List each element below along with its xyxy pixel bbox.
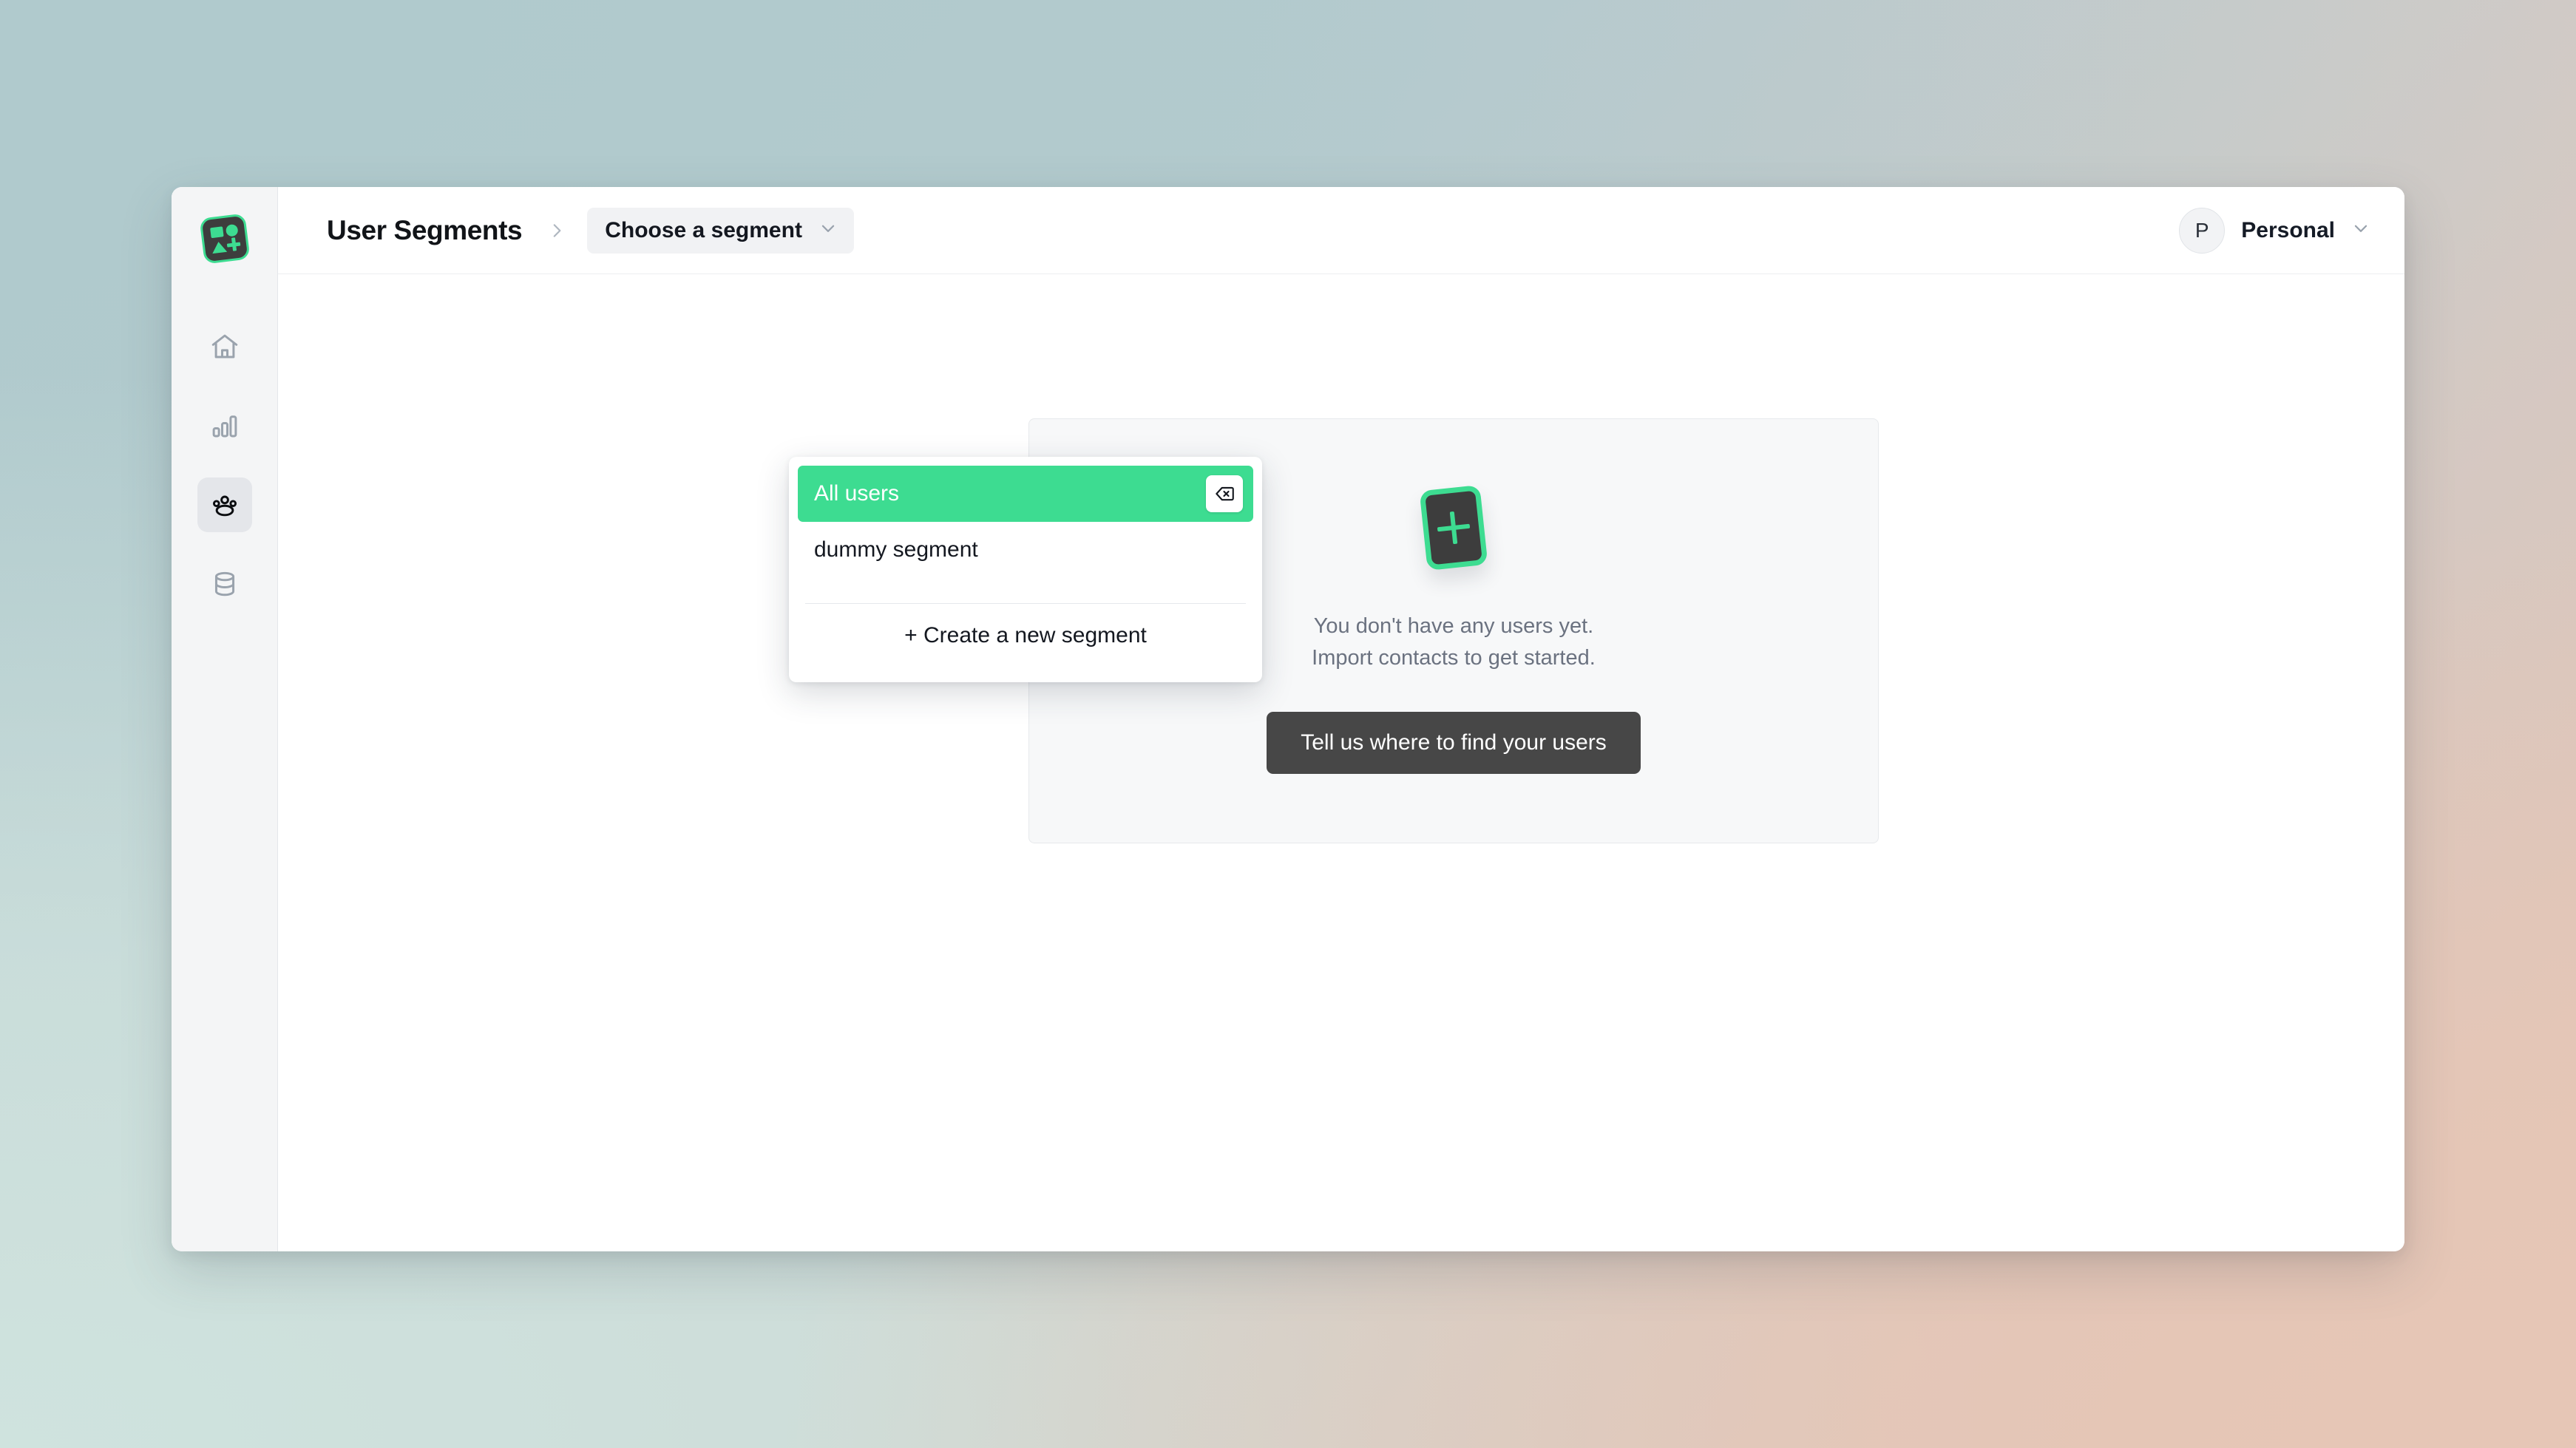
logo-plus-shape (226, 237, 240, 252)
add-card-icon (1419, 485, 1488, 571)
segment-dropdown-menu: All users dummy segment + Create a new s… (789, 457, 1262, 682)
chevron-down-icon (818, 219, 838, 242)
users-icon (209, 489, 240, 520)
bar-chart-icon (209, 410, 240, 441)
sidebar-item-analytics[interactable] (197, 398, 252, 453)
segment-option-label: dummy segment (814, 537, 978, 562)
topbar: User Segments Choose a segment P Persona… (278, 187, 2404, 274)
segment-option-all-users[interactable]: All users (798, 466, 1253, 522)
empty-state-line-2: Import contacts to get started. (1312, 645, 1596, 670)
empty-state-line-1: You don't have any users yet. (1313, 614, 1594, 639)
page-title: User Segments (327, 214, 523, 245)
account-name: Personal (2241, 217, 2335, 242)
main-pane: User Segments Choose a segment P Persona… (278, 187, 2404, 1251)
find-users-button[interactable]: Tell us where to find your users (1267, 711, 1641, 774)
segment-option-label: All users (814, 481, 900, 506)
logo-triangle-shape (211, 240, 227, 254)
avatar: P (2179, 207, 2226, 254)
chevron-down-icon (2351, 219, 2370, 242)
segment-select-button[interactable]: Choose a segment (587, 207, 854, 254)
plus-glyph (1436, 510, 1471, 545)
logo-circle-shape (225, 223, 239, 237)
account-switcher[interactable]: P Personal (2179, 207, 2379, 254)
sidebar-item-home[interactable] (197, 319, 252, 374)
home-icon (209, 331, 240, 362)
shapes-logo-icon (198, 213, 251, 265)
database-icon (209, 568, 240, 599)
sidebar-item-users[interactable] (197, 477, 252, 532)
backspace-delete-icon[interactable] (1206, 475, 1243, 512)
logo-square-shape (209, 226, 224, 239)
content-area: You don't have any users yet. Import con… (278, 274, 2404, 1251)
create-new-segment-item[interactable]: + Create a new segment (798, 604, 1253, 667)
app-window: User Segments Choose a segment P Persona… (172, 187, 2404, 1251)
segment-select-label: Choose a segment (605, 217, 802, 242)
segment-option-dummy-segment[interactable]: dummy segment (798, 522, 1253, 578)
app-logo[interactable] (197, 211, 252, 266)
sidebar-nav (197, 319, 252, 611)
sidebar-rail (172, 187, 278, 1251)
chevron-right-icon (547, 221, 566, 240)
sidebar-item-data[interactable] (197, 557, 252, 611)
